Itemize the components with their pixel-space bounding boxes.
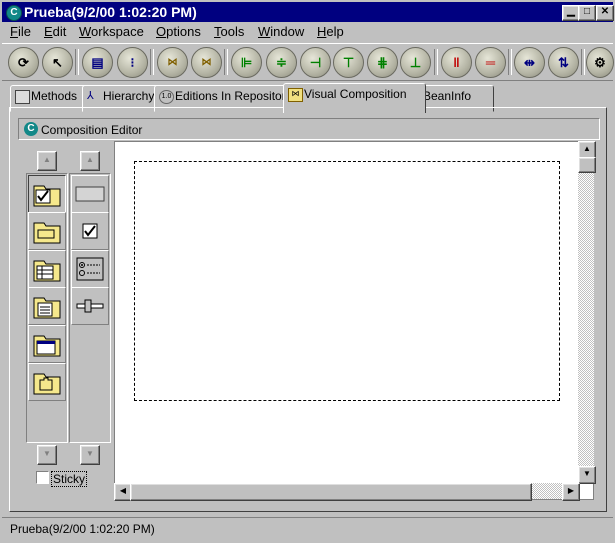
toolbar-separator bbox=[434, 49, 438, 75]
status-bar: Prueba(9/2/00 1:02:20 PM) bbox=[2, 517, 613, 539]
bean-dots-icon[interactable]: ⁝ bbox=[117, 47, 148, 78]
window-title: Prueba(9/2/00 1:02:20 PM) bbox=[24, 4, 197, 20]
run-icon[interactable]: ⋈ bbox=[157, 47, 188, 78]
methods-icon bbox=[15, 90, 30, 104]
toolbar-separator bbox=[150, 49, 154, 75]
vertical-scrollbar[interactable]: ▲ ▼ bbox=[578, 141, 596, 484]
selected-frame[interactable] bbox=[134, 161, 560, 401]
close-button[interactable]: ✕ bbox=[596, 5, 614, 21]
palette: ▲ ▲ ▼ ▼ Sticky bbox=[20, 141, 114, 502]
align-left-icon[interactable]: ⊫ bbox=[231, 47, 262, 78]
refresh-icon[interactable]: ⟳ bbox=[8, 47, 39, 78]
category-scroll-down-button[interactable]: ▼ bbox=[37, 445, 57, 465]
scroll-right-arrow[interactable]: ▶ bbox=[562, 483, 580, 501]
maximize-button[interactable]: □ bbox=[578, 5, 596, 21]
swing-text-folder-icon[interactable] bbox=[28, 287, 66, 325]
component-scroll-down-button[interactable]: ▼ bbox=[80, 445, 100, 465]
align-bottom-icon[interactable]: ⊥ bbox=[400, 47, 431, 78]
tab-label: Methods bbox=[31, 89, 78, 103]
menu-tools[interactable]: Tools bbox=[214, 24, 244, 39]
horizontal-scrollbar[interactable]: ◀ ▶ bbox=[114, 483, 580, 501]
menu-options[interactable]: Options bbox=[156, 24, 201, 39]
category-scroll-up-button[interactable]: ▲ bbox=[37, 151, 57, 171]
menu-edit[interactable]: Edit bbox=[44, 24, 66, 39]
composition-editor-header: C Composition Editor bbox=[18, 118, 600, 140]
jbutton-icon[interactable] bbox=[71, 175, 109, 213]
align-center-icon[interactable]: ≑ bbox=[266, 47, 297, 78]
vertical-scroll-thumb[interactable] bbox=[578, 157, 596, 173]
component-scroll-up-button[interactable]: ▲ bbox=[80, 151, 100, 171]
toolbar-separator bbox=[75, 49, 79, 75]
scroll-down-arrow[interactable]: ▼ bbox=[578, 466, 596, 484]
swing-table-folder-icon[interactable] bbox=[28, 250, 66, 288]
align-middle-icon[interactable]: ⋕ bbox=[367, 47, 398, 78]
swing-window-folder-icon[interactable] bbox=[28, 325, 66, 363]
menu-file[interactable]: File bbox=[10, 24, 31, 39]
distribute-horizontal-icon[interactable]: ⇹ bbox=[514, 47, 545, 78]
hierarchy-icon: ⅄ bbox=[87, 90, 94, 102]
editions-icon: 1.0 bbox=[159, 90, 174, 104]
distribute-vertical-icon[interactable]: ⇅ bbox=[548, 47, 579, 78]
match-width-icon[interactable]: ‖ bbox=[441, 47, 472, 78]
title-bar: C Prueba(9/2/00 1:02:20 PM) ▁ □ ✕ bbox=[2, 2, 614, 22]
align-right-icon[interactable]: ⊣ bbox=[300, 47, 331, 78]
tab-label: Visual Composition bbox=[304, 87, 407, 101]
align-top-icon[interactable]: ⊤ bbox=[333, 47, 364, 78]
bean-list-icon[interactable]: ▤ bbox=[82, 47, 113, 78]
jslider-icon[interactable] bbox=[71, 287, 109, 325]
toolbar-separator bbox=[224, 49, 228, 75]
menu-workspace[interactable]: Workspace bbox=[79, 24, 144, 39]
horizontal-scroll-thumb[interactable] bbox=[130, 483, 532, 501]
composition-editor-icon: C bbox=[24, 122, 38, 136]
jradiobutton-group-icon[interactable] bbox=[71, 250, 109, 288]
swing-basic-folder-icon[interactable] bbox=[28, 175, 66, 213]
menu-window[interactable]: Window bbox=[258, 24, 304, 39]
settings-icon[interactable]: ⚙ bbox=[586, 47, 614, 78]
jcheckbox-icon[interactable] bbox=[71, 212, 109, 250]
status-text: Prueba(9/2/00 1:02:20 PM) bbox=[10, 522, 155, 536]
connect-icon[interactable]: ⋈ bbox=[191, 47, 222, 78]
category-column bbox=[26, 173, 68, 443]
match-height-icon[interactable]: ═ bbox=[475, 47, 506, 78]
toolbar-separator bbox=[581, 49, 585, 75]
visual-composition-icon: ⋈ bbox=[288, 88, 303, 102]
tab-label: Editions In Repository bbox=[175, 89, 292, 103]
toolbar: ⟳ ↖ ▤ ⁝ ⋈ ⋈ ⊫ ≑ ⊣ ⊤ ⋕ ⊥ ‖ ═ ⇹ ⇅ ⚙ bbox=[2, 43, 614, 81]
tab-visual-composition[interactable]: ⋈ Visual Composition bbox=[283, 83, 426, 113]
component-column bbox=[69, 173, 111, 443]
menu-help[interactable]: Help bbox=[317, 24, 344, 39]
app-icon[interactable]: C bbox=[6, 5, 22, 21]
swing-panel-folder-icon[interactable] bbox=[28, 212, 66, 250]
tab-label: BeanInfo bbox=[423, 89, 472, 103]
composition-editor-title: Composition Editor bbox=[41, 123, 143, 137]
sticky-checkbox[interactable] bbox=[36, 471, 49, 484]
swing-other-folder-icon[interactable] bbox=[28, 363, 66, 401]
tab-label: Hierarchy bbox=[103, 89, 155, 103]
toolbar-separator bbox=[508, 49, 512, 75]
pointer-icon[interactable]: ↖ bbox=[42, 47, 73, 78]
menu-bar: File Edit Workspace Options Tools Window… bbox=[2, 22, 613, 42]
sticky-label: Sticky bbox=[51, 471, 88, 487]
